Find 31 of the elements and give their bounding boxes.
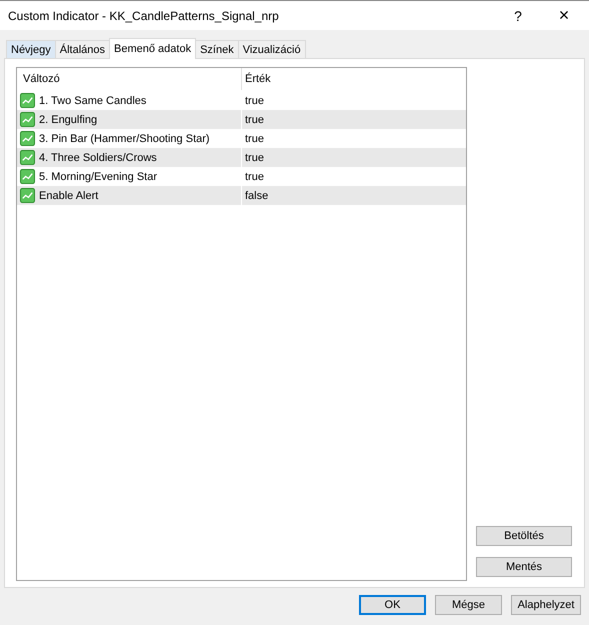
dialog-button[interactable]: OK: [359, 595, 426, 615]
parameter-value: true: [245, 94, 264, 106]
parameter-name: 2. Engulfing: [39, 114, 98, 126]
panel-button[interactable]: Betöltés: [476, 526, 572, 546]
parameter-name: 3. Pin Bar (Hammer/Shooting Star): [39, 132, 210, 144]
tab[interactable]: Vizualizáció: [238, 40, 306, 58]
dialog-button[interactable]: Alaphelyzet: [511, 595, 581, 615]
parameter-name: 4. Three Soldiers/Crows: [39, 152, 157, 164]
chart-icon: [20, 150, 35, 165]
dialog-button[interactable]: Mégse: [435, 595, 502, 615]
parameter-name: 5. Morning/Evening Star: [39, 170, 158, 182]
chart-icon: [20, 112, 35, 127]
tab[interactable]: Névjegy: [6, 40, 56, 58]
chart-icon: [20, 169, 35, 184]
parameter-name: 1. Two Same Candles: [39, 94, 146, 106]
chart-icon: [20, 188, 35, 203]
parameter-value: true: [245, 170, 264, 182]
column-header: Változó: [22, 72, 61, 87]
parameter-name: Enable Alert: [39, 190, 98, 202]
chart-icon: [20, 93, 35, 108]
parameter-value: false: [245, 190, 268, 202]
chart-icon: [20, 131, 35, 146]
window-title: Custom Indicator - KK_CandlePatterns_Signal_nrp: [8, 8, 280, 22]
parameter-value: true: [245, 114, 264, 126]
close-button[interactable]: ×: [541, 1, 587, 30]
column-header: Érték: [241, 68, 466, 90]
tab[interactable]: Bemenő adatok: [109, 38, 196, 59]
panel-button[interactable]: Mentés: [476, 557, 572, 577]
parameter-value: true: [245, 132, 264, 144]
help-button[interactable]: ?: [495, 1, 541, 30]
parameter-value: true: [245, 152, 264, 164]
